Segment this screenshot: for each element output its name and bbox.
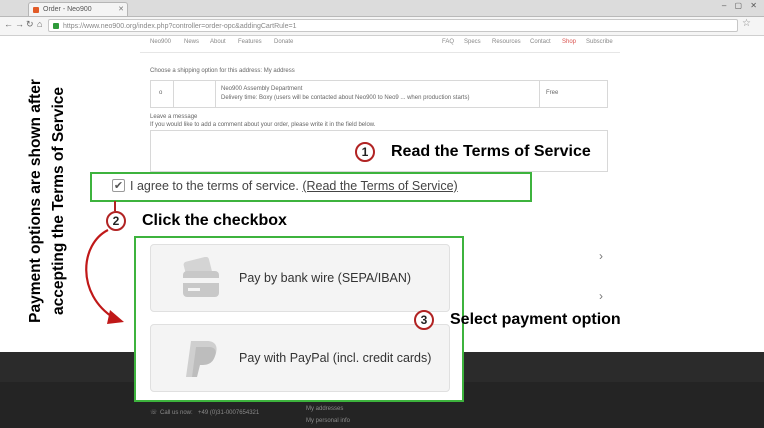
- shipping-price: Free: [546, 90, 559, 96]
- close-tab-icon[interactable]: ✕: [118, 3, 124, 16]
- curved-arrow-icon: [85, 229, 124, 324]
- favicon-icon: [33, 7, 39, 13]
- nav-item-features[interactable]: Features: [238, 39, 262, 45]
- bookmark-star-icon[interactable]: ☆: [742, 18, 751, 29]
- message-label: Leave a message: [150, 114, 198, 120]
- callout-number-3: 3: [414, 310, 434, 330]
- nav-item-donate[interactable]: Donate: [274, 39, 293, 45]
- lock-icon: [53, 23, 59, 29]
- side-note-line2: accepting the Terms of Service: [50, 87, 67, 315]
- payment-label-bank-wire: Pay by bank wire (SEPA/IBAN): [239, 271, 412, 285]
- bank-card-icon: [183, 257, 219, 297]
- footer-link-addresses[interactable]: My addresses: [306, 406, 343, 412]
- url-text: https://www.neo900.org/index.php?control…: [63, 23, 297, 30]
- nav-item-resources[interactable]: Resources: [492, 39, 521, 45]
- payment-option-paypal[interactable]: Pay with PayPal (incl. credit cards): [150, 324, 450, 392]
- address-bar[interactable]: https://www.neo900.org/index.php?control…: [48, 19, 738, 32]
- shipping-table: o Neo900 Assembly Department Delivery ti…: [150, 80, 608, 108]
- shipping-price-cell: Free: [539, 81, 608, 107]
- footer-contact-value: +49 (0)31-0007654321: [198, 410, 260, 416]
- carrier-description: Delivery time: Boxy (users will be conta…: [221, 95, 470, 101]
- paypal-icon: [186, 341, 217, 377]
- nav-item-neo900[interactable]: Neo900: [150, 39, 171, 45]
- footer-contact-label: Call us now:: [160, 410, 193, 416]
- forward-icon[interactable]: →: [15, 19, 24, 29]
- tab-title: Order - Neo900: [43, 6, 92, 13]
- home-icon[interactable]: ⌂: [37, 19, 42, 29]
- terms-agree-label: I agree to the terms of service. (Read t…: [130, 179, 458, 193]
- back-icon[interactable]: ←: [4, 19, 13, 29]
- shipping-radio[interactable]: o: [159, 90, 162, 96]
- phone-icon: ☏: [150, 410, 158, 416]
- site-nav: Neo900 News About Features Donate FAQ Sp…: [140, 37, 620, 49]
- callout-connector-2: [114, 201, 116, 211]
- nav-item-faq[interactable]: FAQ: [442, 39, 454, 45]
- carrier-logo-cell: [173, 81, 216, 107]
- nav-item-subscribe[interactable]: Subscribe: [586, 39, 613, 45]
- reload-icon[interactable]: ↻: [26, 19, 34, 30]
- nav-item-about[interactable]: About: [210, 39, 226, 45]
- message-hint: If you would like to add a comment about…: [150, 122, 376, 128]
- shipping-heading: Choose a shipping option for this addres…: [150, 68, 295, 74]
- shipping-radio-cell[interactable]: o: [151, 81, 174, 107]
- footer-link-personal-info[interactable]: My personal info: [306, 418, 350, 424]
- browser-tab[interactable]: Order - Neo900 ✕: [28, 2, 128, 16]
- callout-number-1: 1: [355, 142, 375, 162]
- chevron-right-icon[interactable]: ›: [599, 289, 603, 303]
- window-controls[interactable]: ‒ ▢ ✕: [722, 1, 760, 10]
- terms-checkbox[interactable]: ✔: [112, 179, 125, 192]
- terms-of-service-link[interactable]: (Read the Terms of Service): [302, 179, 457, 193]
- carrier-name: Neo900 Assembly Department: [221, 86, 303, 92]
- payment-label-paypal: Pay with PayPal (incl. credit cards): [239, 351, 432, 365]
- nav-item-contact[interactable]: Contact: [530, 39, 551, 45]
- nav-item-news[interactable]: News: [184, 39, 199, 45]
- terms-agree-text: I agree to the terms of service.: [130, 179, 299, 193]
- nav-item-shop[interactable]: Shop: [562, 39, 576, 45]
- callout-text-3: Select payment option: [450, 311, 621, 328]
- side-note-line1: Payment options are shown after: [27, 79, 44, 323]
- callout-text-2: Click the checkbox: [142, 212, 287, 229]
- nav-item-specs[interactable]: Specs: [464, 39, 481, 45]
- chevron-right-icon[interactable]: ›: [599, 249, 603, 263]
- nav-divider: [140, 52, 620, 53]
- side-note: Payment options are shown after acceptin…: [27, 79, 67, 323]
- payment-option-bank-wire[interactable]: Pay by bank wire (SEPA/IBAN): [150, 244, 450, 312]
- callout-text-1: Read the Terms of Service: [391, 143, 591, 160]
